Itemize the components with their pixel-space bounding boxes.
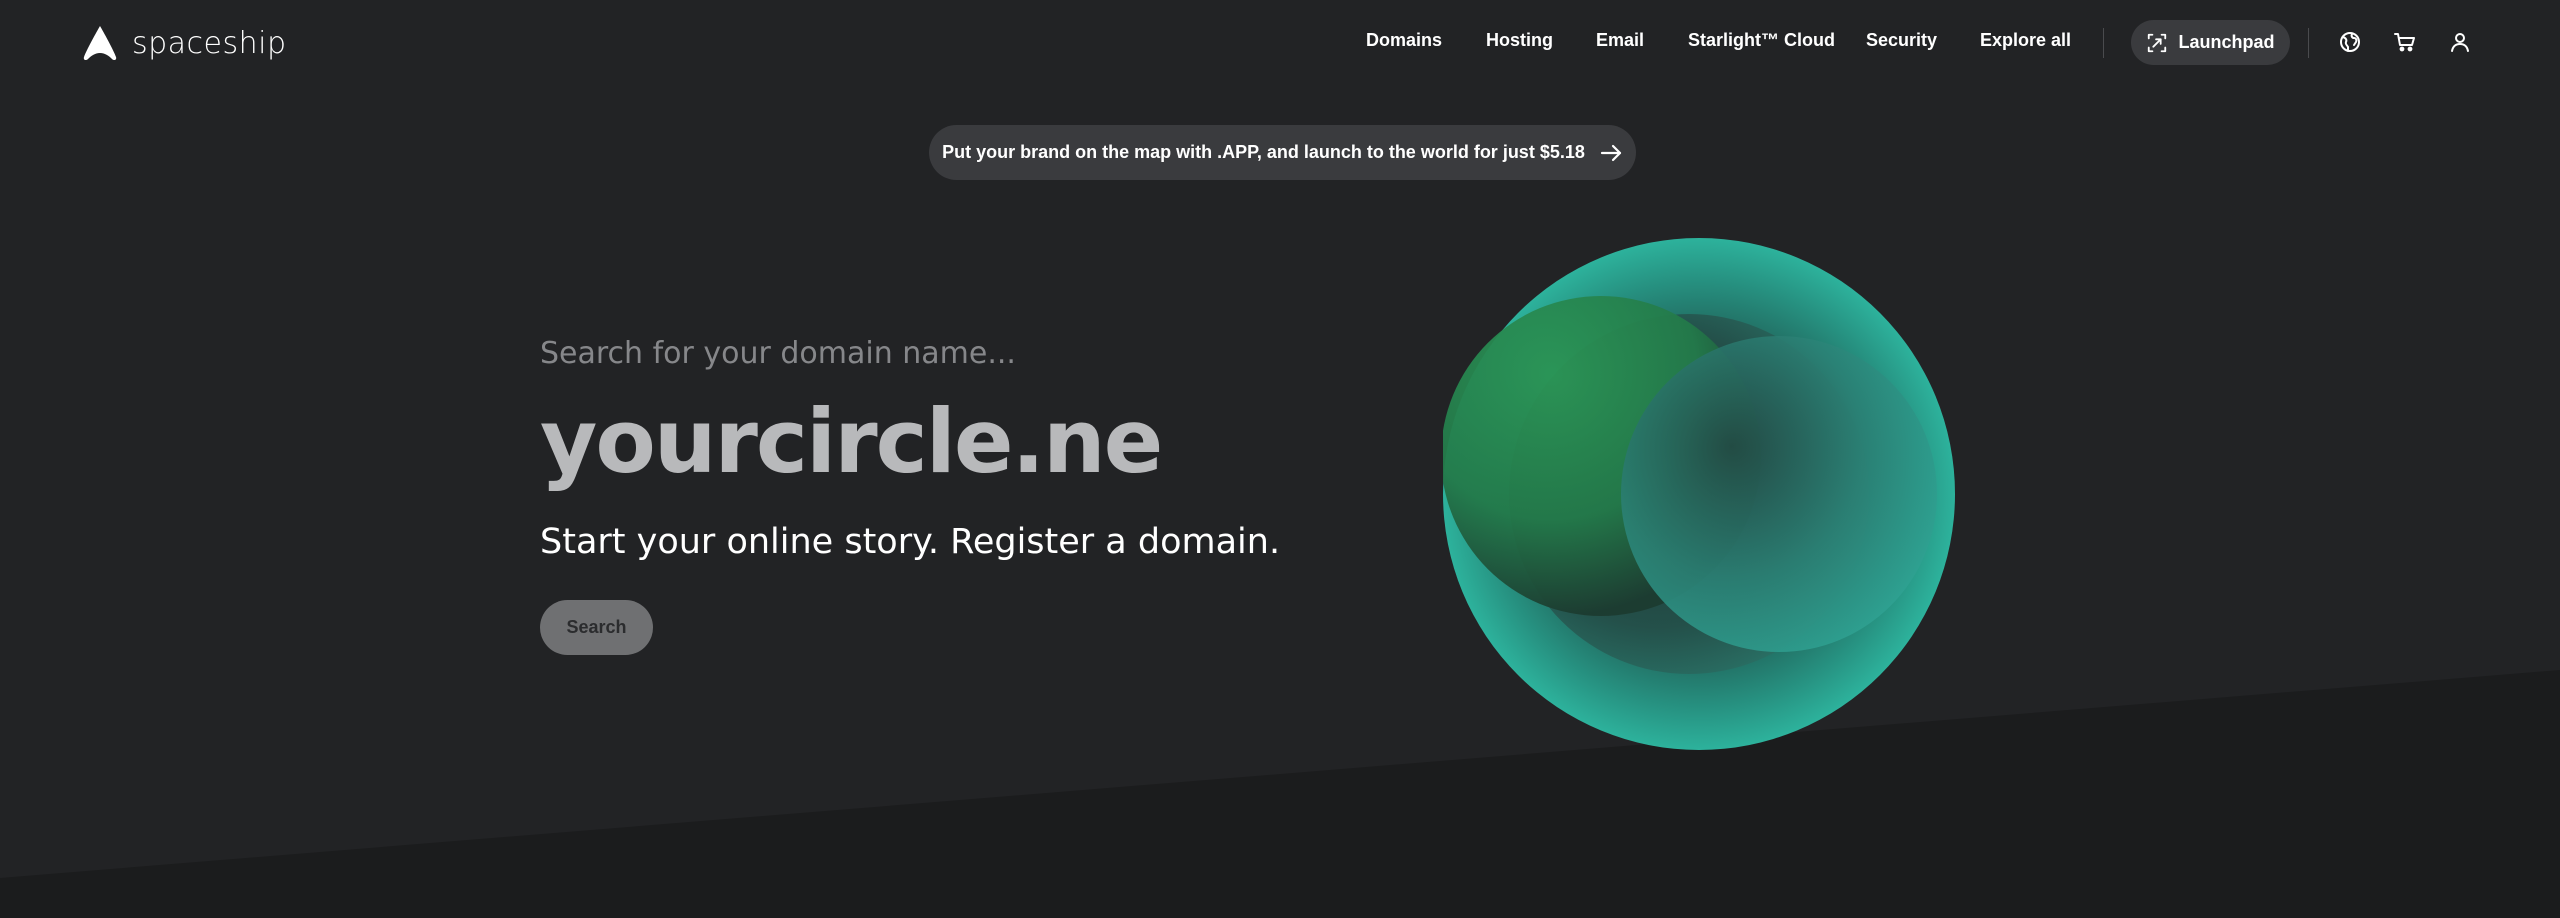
hero-orb-illustration xyxy=(1443,238,1955,750)
launchpad-button[interactable]: Launchpad xyxy=(2131,20,2290,65)
arrow-right-icon xyxy=(1600,144,1621,161)
nav-domains[interactable]: Domains xyxy=(1366,30,1442,51)
nav-explore-all[interactable]: Explore all xyxy=(1980,30,2071,51)
user-icon xyxy=(2451,33,2469,52)
cart-icon xyxy=(2394,33,2415,52)
promo-text: Put your brand on the map with .APP, and… xyxy=(942,142,1585,162)
domain-search-placeholder: Search for your domain name... xyxy=(540,336,1016,371)
site-header: spaceship Domains Hosting Email Starligh… xyxy=(0,0,2560,84)
nav-divider xyxy=(2308,28,2309,58)
promo-banner[interactable]: Put your brand on the map with .APP, and… xyxy=(929,125,1636,180)
account-button[interactable] xyxy=(2448,30,2472,54)
main-nav: Domains Hosting Email Starlight™ Cloud S… xyxy=(0,0,2560,84)
language-button[interactable] xyxy=(2338,30,2362,54)
nav-starlight-cloud[interactable]: Starlight™ Cloud xyxy=(1688,30,1835,51)
cart-button[interactable] xyxy=(2393,30,2417,54)
nav-hosting[interactable]: Hosting xyxy=(1486,30,1553,51)
domain-search-input[interactable]: yourcircle.ne xyxy=(540,390,1163,493)
nav-divider xyxy=(2103,28,2104,58)
search-button[interactable]: Search xyxy=(540,600,653,655)
launchpad-icon xyxy=(2148,33,2167,52)
launchpad-label: Launchpad xyxy=(2178,32,2275,52)
nav-security[interactable]: Security xyxy=(1866,30,1937,51)
globe-icon xyxy=(2340,32,2360,52)
nav-email[interactable]: Email xyxy=(1596,30,1644,51)
hero-tagline: Start your online story. Register a doma… xyxy=(540,522,1281,562)
